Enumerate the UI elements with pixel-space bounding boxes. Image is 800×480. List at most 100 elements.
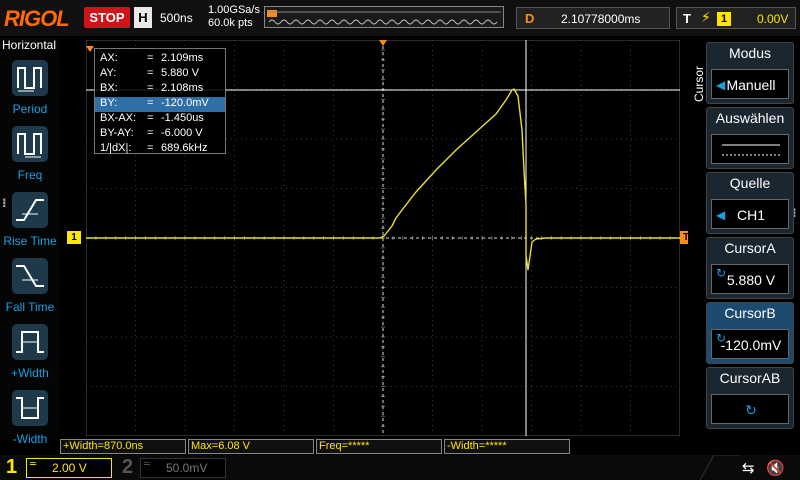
rise-time-icon <box>12 192 48 228</box>
readout-row-inv-dx: 1/|dX|: = 689.6kHz <box>95 142 225 157</box>
ch2-number: 2 <box>122 456 134 478</box>
pos-width-button[interactable]: +Width <box>0 320 60 384</box>
ch1-status[interactable]: 1 ═ 2.00 V <box>0 455 112 480</box>
softkey-cursor-b[interactable]: CursorB ↻ -120.0mV <box>706 302 794 364</box>
run-stop-indicator[interactable]: STOP <box>84 7 130 28</box>
readout-key: BX-AX: <box>100 112 137 124</box>
softkey-auswaehlen[interactable]: Auswählen <box>706 107 794 169</box>
freq-button[interactable]: Freq <box>0 122 60 186</box>
period-button[interactable]: Period <box>0 56 60 120</box>
softkey-title: CursorAB <box>719 370 781 386</box>
menu-page-dots: ⁝ <box>2 196 7 210</box>
rising-edge-icon: ⚡ <box>701 10 711 26</box>
top-status-bar: RIGOL STOP H 500ns 1.00GSa/s 60.0k pts D… <box>0 0 800 36</box>
readout-eq: = <box>147 112 154 124</box>
readout-value: -120.0mV <box>161 97 209 109</box>
trigger-level: 0.00V <box>757 12 789 26</box>
readout-key: AX: <box>100 52 118 64</box>
memory-overview-waveform <box>267 10 501 25</box>
cursor-readout-panel: AX: = 2.109ms AY: = 5.880 V BX: = 2.108m… <box>94 48 226 154</box>
memory-depth: 60.0k pts <box>208 17 253 29</box>
freq-icon <box>12 126 48 162</box>
meas-pos-width[interactable]: +Width=870.0ns <box>60 439 186 454</box>
softkey-quelle[interactable]: Quelle ◀ CH1 <box>706 172 794 234</box>
pos-width-label: +Width <box>11 366 49 380</box>
softkey-cursor-ab[interactable]: CursorAB ↻ <box>706 367 794 429</box>
ch1-scale: 2.00 V <box>52 461 87 475</box>
meas-freq[interactable]: Freq=***** <box>316 439 442 454</box>
ch1-number: 1 <box>6 456 18 478</box>
corner-decoration <box>700 455 740 480</box>
readout-eq: = <box>147 97 154 109</box>
menu-side-label: Cursor <box>690 58 706 102</box>
timebase-value[interactable]: 500ns <box>160 11 193 25</box>
trigger-source: 1 <box>717 12 731 26</box>
meas-max[interactable]: Max=6.08 V <box>188 439 314 454</box>
fall-time-label: Fall Time <box>5 300 55 314</box>
readout-value: 689.6kHz <box>161 142 208 154</box>
speaker-mute-icon[interactable]: 🔇 <box>766 459 785 477</box>
softkey-value-box: ◀ CH1 <box>711 199 789 229</box>
neg-width-icon <box>12 390 48 426</box>
ch2-scale: 50.0mV <box>166 461 208 475</box>
ch2-status[interactable]: 2 ═ 50.0mV <box>118 455 230 480</box>
softkey-value: CH1 <box>736 207 765 223</box>
softkey-value: -120.0mV <box>720 337 782 353</box>
freq-label: Freq <box>17 168 43 182</box>
softkey-title: Quelle <box>729 175 771 191</box>
trigger-display[interactable]: T ⚡ 1 0.00V <box>676 7 796 29</box>
readout-key: BY: <box>100 97 118 109</box>
softkey-title: Auswählen <box>715 110 785 126</box>
softkey-value-box: ◀ Manuell <box>711 69 789 99</box>
neg-width-label: -Width <box>12 432 48 446</box>
readout-key: BY-AY: <box>100 127 134 139</box>
rotate-knob-icon: ↻ <box>745 402 757 418</box>
timebase-label: H <box>134 7 152 28</box>
dc-coupling-icon: ═ <box>30 459 37 470</box>
softkey-value-box: ↻ 5.880 V <box>711 264 789 294</box>
readout-eq: = <box>147 127 154 139</box>
softkey-value: 5.880 V <box>726 272 776 288</box>
softkey-title: CursorB <box>724 305 776 321</box>
softkey-cursor-a[interactable]: CursorA ↻ 5.880 V <box>706 237 794 299</box>
measurement-menu: Horizontal Period Freq Rise Time Fall Ti… <box>0 38 60 446</box>
readout-eq: = <box>147 67 154 79</box>
readout-row-by: BY: = -120.0mV <box>95 97 225 112</box>
softkey-value: Manuell <box>726 77 776 93</box>
readout-value: 2.109ms <box>161 52 204 64</box>
pos-width-icon <box>12 324 48 360</box>
delay-label: D <box>525 11 535 26</box>
readout-row-ay: AY: = 5.880 V <box>95 67 225 82</box>
cursor-select-icon <box>722 144 780 156</box>
fall-time-icon <box>12 258 48 294</box>
readout-value: -6.000 V <box>161 127 203 139</box>
softkey-value-box <box>711 134 789 164</box>
rise-time-button[interactable]: Rise Time <box>0 188 60 252</box>
readout-value: -1.450us <box>161 112 204 124</box>
readout-row-by-ay: BY-AY: = -6.000 V <box>95 127 225 142</box>
period-label: Period <box>12 102 48 116</box>
trigger-label: T <box>683 11 691 26</box>
memory-overview <box>264 6 504 28</box>
readout-row-ax: AX: = 2.109ms <box>95 52 225 67</box>
sample-rate: 1.00GSa/s <box>208 4 260 16</box>
ch1-ground-marker[interactable]: 1 <box>67 231 81 244</box>
softkey-modus[interactable]: Modus ◀ Manuell <box>706 42 794 104</box>
readout-row-bx: BX: = 2.108ms <box>95 82 225 97</box>
fall-time-button[interactable]: Fall Time <box>0 254 60 318</box>
neg-width-button[interactable]: -Width <box>0 386 60 450</box>
delay-value: 2.10778000ms <box>561 12 641 26</box>
memory-waveform <box>268 19 498 25</box>
readout-eq: = <box>147 142 154 154</box>
menu-title: Horizontal <box>2 38 57 52</box>
readout-key: BX: <box>100 82 118 94</box>
channel-status-bar: 1 ═ 2.00 V 2 ═ 50.0mV ⇆ 🔇 <box>0 455 800 480</box>
meas-neg-width[interactable]: -Width=***** <box>444 439 570 454</box>
menu-side-label-text: Cursor <box>692 65 706 102</box>
softkey-title: CursorA <box>724 240 776 256</box>
readout-key: AY: <box>100 67 117 79</box>
softkey-value-box: ↻ <box>711 394 789 424</box>
delay-display[interactable]: D 2.10778000ms <box>516 7 670 29</box>
dc-coupling-icon: ═ <box>144 459 151 470</box>
rise-time-label: Rise Time <box>3 234 57 248</box>
